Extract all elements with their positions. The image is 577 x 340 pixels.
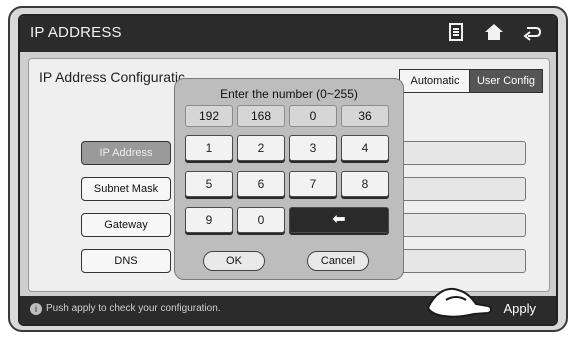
top-bar: IP ADDRESS [20,16,556,52]
subnet-mask-button[interactable]: Subnet Mask [81,177,171,201]
back-icon[interactable] [520,22,544,46]
info-icon: i [30,303,42,315]
ok-button[interactable]: OK [203,251,265,271]
key-3[interactable]: 3 [289,135,337,161]
document-icon[interactable] [444,22,468,46]
ip-address-button[interactable]: IP Address [81,141,171,165]
key-8[interactable]: 8 [341,171,389,197]
key-6[interactable]: 6 [237,171,285,197]
footer-hint: Push apply to check your configuration. [46,303,221,314]
cancel-button[interactable]: Cancel [307,251,369,271]
key-0[interactable]: 0 [237,207,285,233]
ip-octet-4[interactable]: 36 [341,105,389,127]
automatic-tab[interactable]: Automatic [399,69,471,93]
home-icon[interactable] [482,22,506,46]
ip-octet-1[interactable]: 192 [185,105,233,127]
panel-title: IP Address Configuratic [39,69,186,85]
dns-button[interactable]: DNS [81,249,171,273]
ip-octet-2[interactable]: 168 [237,105,285,127]
pointing-hand-icon [426,288,492,318]
user-config-tab[interactable]: User Config [469,69,543,93]
key-1[interactable]: 1 [185,135,233,161]
keypad-prompt: Enter the number (0~255) [220,87,358,101]
numeric-keypad: Enter the number (0~255) 192 168 0 36 1 … [174,78,404,280]
gateway-button[interactable]: Gateway [81,213,171,237]
key-2[interactable]: 2 [237,135,285,161]
key-9[interactable]: 9 [185,207,233,233]
key-4[interactable]: 4 [341,135,389,161]
key-5[interactable]: 5 [185,171,233,197]
key-7[interactable]: 7 [289,171,337,197]
ip-octet-3[interactable]: 0 [289,105,337,127]
screen: IP ADDRESS IP Address Configuratic Autom… [18,14,558,326]
page-title: IP ADDRESS [30,24,122,41]
backspace-key[interactable]: ⬅ [289,207,389,233]
apply-button[interactable]: Apply [503,301,536,316]
